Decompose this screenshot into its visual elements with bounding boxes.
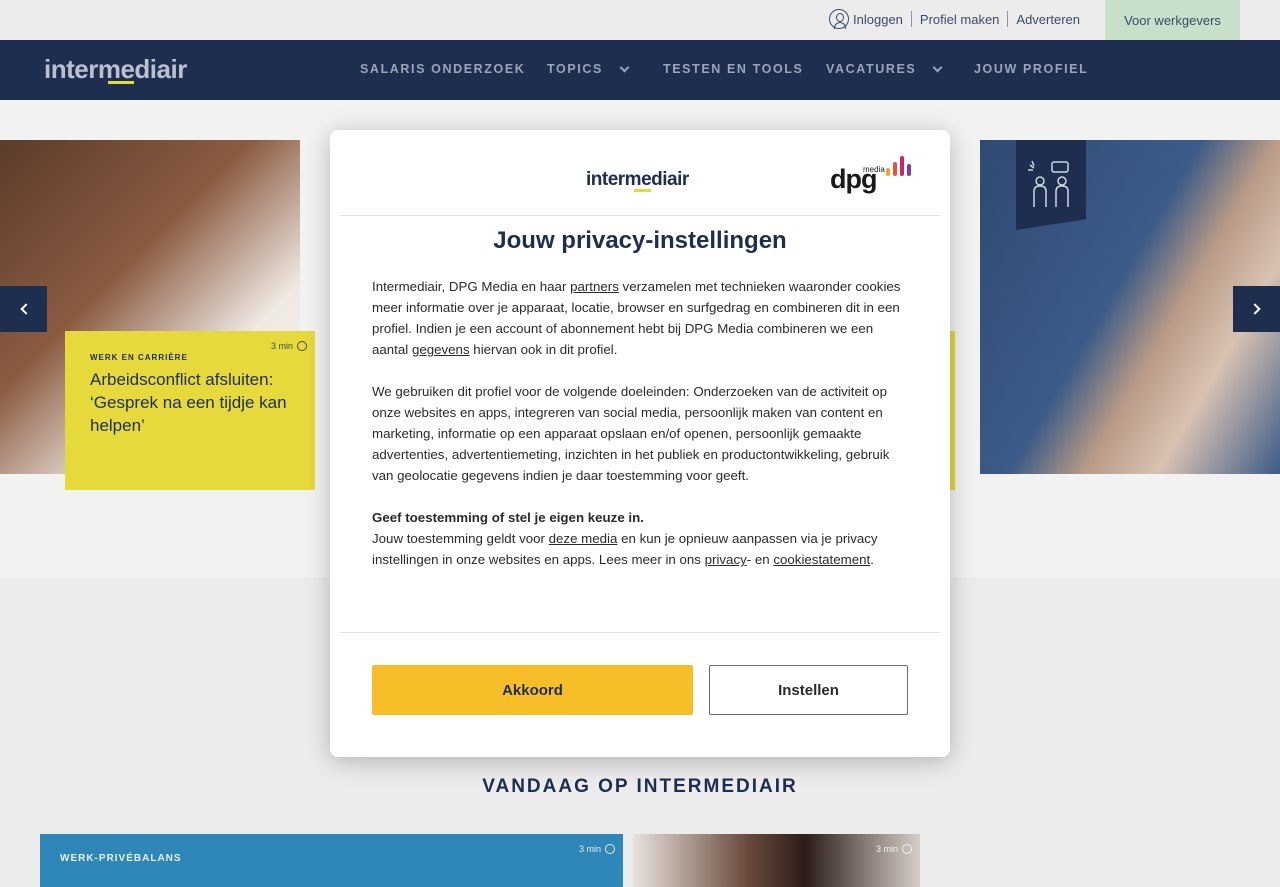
text: - en: [746, 552, 774, 567]
read-time: 3 min: [271, 341, 307, 351]
text: .: [870, 552, 874, 567]
site-logo[interactable]: intermediair: [44, 54, 187, 85]
intermediair-logo: intermediair: [586, 169, 689, 192]
logo-accent: [108, 81, 134, 84]
read-time-label: 3 min: [578, 844, 601, 854]
utility-bar: Inloggen Profiel maken Adverteren Voor w…: [0, 0, 1280, 40]
chevron-down-icon: [932, 62, 943, 72]
nav-testen-en-tools[interactable]: TESTEN EN TOOLS: [663, 62, 803, 76]
user-icon: [829, 9, 850, 29]
nav-label: SALARIS ONDERZOEK: [360, 62, 526, 76]
choice-paragraph: Geef toestemming of stel je eigen keuze …: [372, 507, 912, 570]
conversation-badge: [1016, 140, 1086, 230]
chevron-down-icon: [619, 62, 630, 72]
article-title: Arbeidsconflict afsluiten: ‘Gesprek na e…: [90, 370, 287, 435]
create-profile-link[interactable]: Profiel maken: [912, 11, 1007, 27]
carousel-prev-button[interactable]: [0, 286, 47, 332]
clock-icon: [902, 844, 912, 854]
dialog-body: Intermediair, DPG Media en haar partners…: [372, 276, 912, 591]
article-category: WERK-PRIVÉBALANS: [60, 853, 182, 864]
nav-topics[interactable]: TOPICS: [547, 62, 630, 76]
nav-label: VACATURES: [826, 62, 917, 76]
login-label: Inloggen: [853, 11, 903, 27]
article-card[interactable]: WERK-PRIVÉBALANS 3 min: [40, 834, 623, 887]
privacy-consent-dialog: intermediair dpg media Jouw privacy-inst…: [330, 130, 950, 757]
nav-jouw-profiel[interactable]: JOUW PROFIEL: [974, 62, 1088, 76]
read-time-label: 3 min: [875, 844, 898, 854]
nav-label: TOPICS: [547, 62, 603, 76]
conversation-icon: [1028, 160, 1069, 207]
nav-label: JOUW PROFIEL: [974, 62, 1089, 76]
text: Intermediair, DPG Media en haar: [372, 279, 571, 294]
logo-accent: [634, 189, 651, 192]
section-title: VANDAAG OP INTERMEDIAIR: [482, 776, 798, 797]
dialog-header: intermediair dpg media: [340, 130, 940, 216]
nav-salaris-onderzoek[interactable]: SALARIS ONDERZOEK: [360, 62, 525, 76]
dpg-media-logo: dpg media: [830, 156, 912, 200]
dialog-title: Jouw privacy-instellingen: [493, 227, 787, 254]
read-time-label: 3 min: [270, 341, 293, 351]
utility-links: Inloggen Profiel maken Adverteren: [821, 9, 1088, 29]
accept-button[interactable]: Akkoord: [372, 665, 693, 715]
consent-paragraph: Intermediair, DPG Media en haar partners…: [372, 276, 912, 360]
read-time: 3 min: [579, 844, 615, 854]
advertise-link[interactable]: Adverteren: [1008, 11, 1088, 27]
chevron-right-icon: [1248, 303, 1261, 315]
chevron-left-icon: [19, 303, 32, 315]
carousel-next-button[interactable]: [1233, 286, 1280, 332]
dpg-logo-subtext: media: [863, 165, 885, 174]
site-logo-text: intermediair: [44, 54, 187, 84]
employers-button[interactable]: Voor werkgevers: [1105, 0, 1240, 40]
nav-label: TESTEN EN TOOLS: [663, 62, 804, 76]
clock-icon: [297, 341, 307, 351]
clock-icon: [605, 844, 615, 854]
article-card[interactable]: 3 min: [633, 834, 920, 887]
article-category: Werk en carrière: [90, 353, 188, 362]
choice-heading: Geef toestemming of stel je eigen keuze …: [372, 510, 644, 525]
privacy-link[interactable]: privacy: [705, 552, 747, 567]
read-time: 3 min: [876, 844, 912, 854]
logo-text: intermediair: [586, 169, 689, 190]
partners-link[interactable]: partners: [570, 279, 619, 294]
these-media-link[interactable]: deze media: [549, 531, 618, 546]
text: hiervan ook in dit profiel.: [469, 342, 618, 357]
cookie-statement-link[interactable]: cookiestatement: [773, 552, 870, 567]
text: Jouw toestemming geldt voor: [372, 531, 549, 546]
data-link[interactable]: gegevens: [412, 342, 470, 357]
settings-button[interactable]: Instellen: [709, 665, 908, 715]
purposes-paragraph: We gebruiken dit profiel voor de volgend…: [372, 384, 890, 483]
main-navigation: intermediair SALARIS ONDERZOEK TOPICS TE…: [0, 40, 1280, 100]
dialog-footer-divider: [340, 632, 940, 633]
login-link[interactable]: Inloggen: [821, 9, 911, 29]
dpg-bars-icon: [886, 156, 911, 176]
nav-vacatures[interactable]: VACATURES: [826, 62, 943, 76]
article-card[interactable]: 3 min Werk en carrière Arbeidsconflict a…: [65, 331, 315, 490]
